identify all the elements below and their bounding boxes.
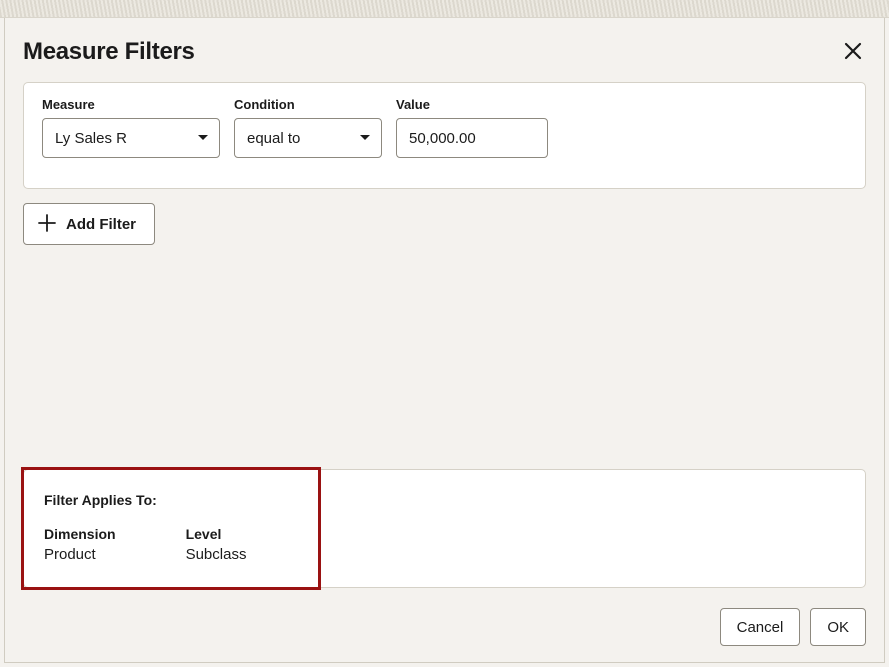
modal-title: Measure Filters (23, 38, 195, 66)
measure-label: Measure (42, 97, 220, 112)
condition-field-group: Condition equal to (234, 97, 382, 158)
add-filter-button[interactable]: Add Filter (23, 203, 155, 245)
chevron-down-icon (359, 129, 371, 147)
filter-applies-columns: Dimension Product Level Subclass (44, 526, 845, 563)
background-texture (0, 0, 889, 18)
condition-select-value: equal to (247, 130, 300, 147)
content-spacer (23, 245, 866, 469)
modal-footer: Cancel OK (23, 608, 866, 646)
measure-select-value: Ly Sales R (55, 130, 127, 147)
value-label: Value (396, 97, 548, 112)
filter-applies-title: Filter Applies To: (44, 492, 845, 508)
add-filter-label: Add Filter (66, 216, 136, 233)
condition-select[interactable]: equal to (234, 118, 382, 158)
level-column: Level Subclass (186, 526, 247, 563)
dimension-value: Product (44, 546, 116, 563)
condition-label: Condition (234, 97, 382, 112)
measure-select[interactable]: Ly Sales R (42, 118, 220, 158)
modal-header: Measure Filters (23, 38, 866, 66)
value-input[interactable] (396, 118, 548, 158)
dimension-label: Dimension (44, 526, 116, 542)
chevron-down-icon (197, 129, 209, 147)
filter-field-row: Measure Ly Sales R Condition equal to (42, 97, 847, 158)
level-value: Subclass (186, 546, 247, 563)
filter-applies-card: Filter Applies To: Dimension Product Lev… (23, 469, 866, 588)
level-label: Level (186, 526, 247, 542)
filter-row-card: Measure Ly Sales R Condition equal to (23, 82, 866, 189)
measure-filters-modal: Measure Filters Measure Ly Sales R Condi… (4, 18, 885, 663)
plus-icon (38, 214, 56, 235)
value-field-group: Value (396, 97, 548, 158)
measure-field-group: Measure Ly Sales R (42, 97, 220, 158)
dimension-column: Dimension Product (44, 526, 116, 563)
ok-button[interactable]: OK (810, 608, 866, 646)
close-button[interactable] (840, 38, 866, 64)
cancel-button[interactable]: Cancel (720, 608, 801, 646)
